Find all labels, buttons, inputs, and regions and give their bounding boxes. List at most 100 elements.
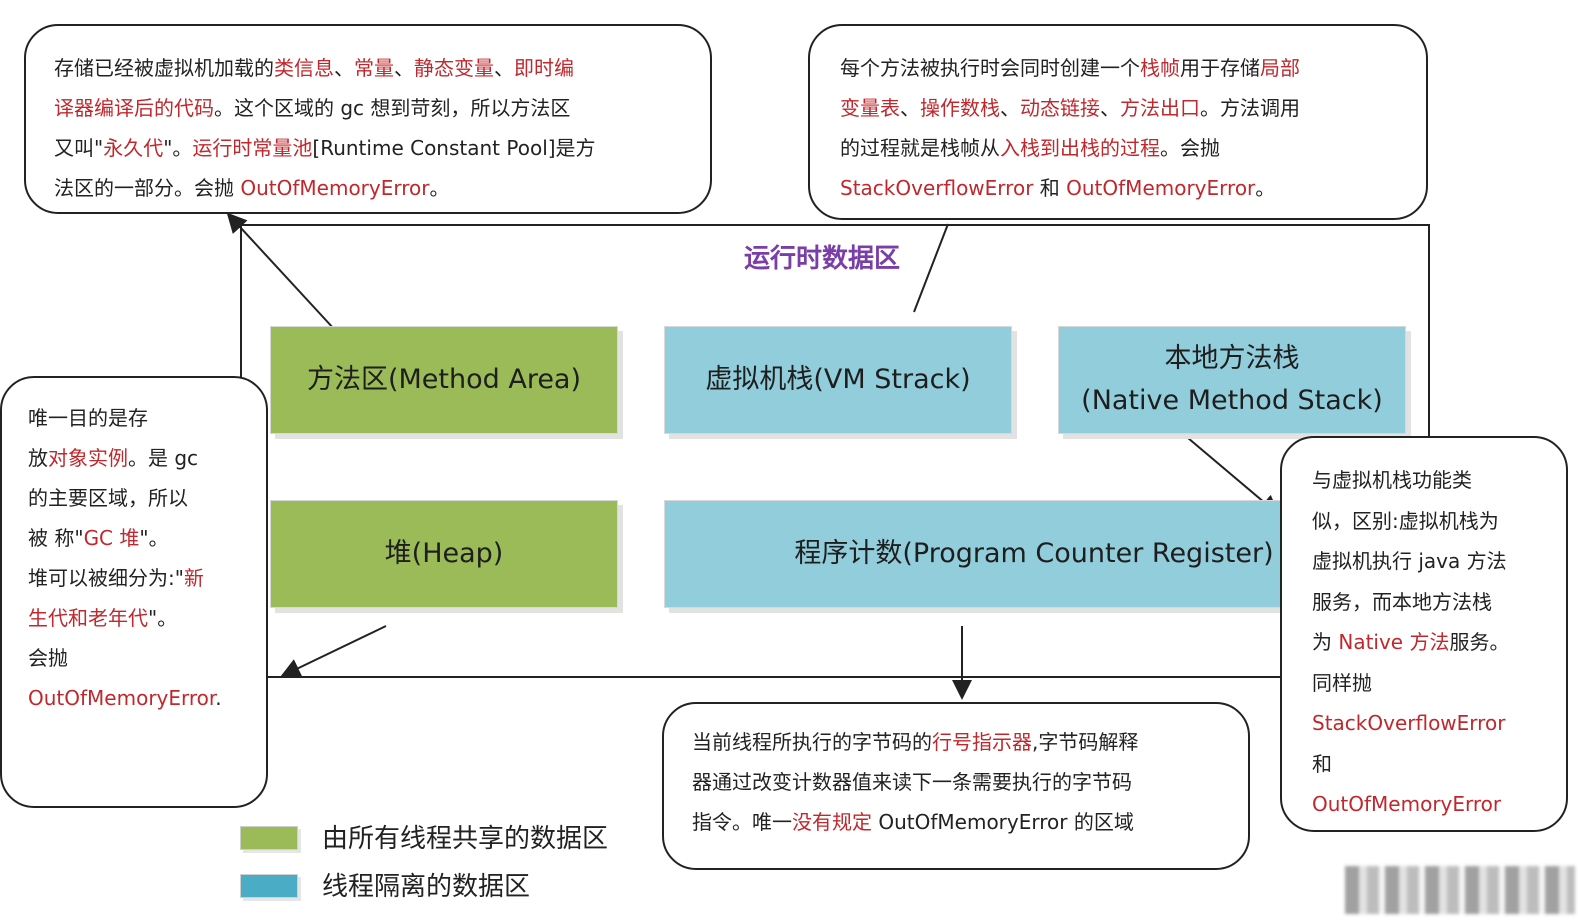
- pc-register-callout: 当前线程所执行的字节码的行号指示器,字节码解释器通过改变计数器值来读下一条需要执…: [662, 702, 1250, 870]
- callout-text-segment: 又叫": [54, 136, 104, 160]
- callout-text-segment: 动态链接: [1020, 96, 1100, 120]
- pc-register-callout-line: 器通过改变计数器值来读下一条需要执行的字节码: [692, 762, 1238, 802]
- callout-text-segment: ,字节码解释: [1032, 730, 1139, 754]
- method-area-callout-line: 法区的一部分。会抛 OutOfMemoryError。: [54, 168, 700, 208]
- legend-shared-swatch: [240, 826, 298, 850]
- callout-text-segment: 服务，而本地方法栈: [1312, 589, 1492, 614]
- callout-text-segment: Native 方法: [1338, 630, 1450, 654]
- native-stack-callout-line: 同样抛: [1312, 663, 1560, 704]
- callout-text-segment: 。方法调用: [1200, 96, 1300, 120]
- heap-callout-line: 会抛: [28, 638, 260, 678]
- diagram-title: 运行时数据区: [744, 244, 901, 274]
- callout-text-segment: 唯一目的是存: [28, 406, 148, 430]
- callout-text-segment: 新: [183, 566, 204, 590]
- vm-stack-box: 虚拟机栈(VM Strack): [664, 326, 1012, 434]
- callout-text-segment: "。: [148, 606, 178, 630]
- vm-stack-callout: 每个方法被执行时会同时创建一个栈帧用于存储局部 变量表、操作数栈、动态链接、方法出…: [808, 24, 1428, 220]
- callout-text-segment: 类信息: [274, 56, 334, 80]
- callout-text-segment: 、: [494, 56, 514, 80]
- callout-text-segment: 。: [429, 176, 450, 200]
- callout-text-segment: 、: [900, 96, 920, 120]
- native-stack-callout-line: 与虚拟机栈功能类: [1312, 460, 1560, 501]
- method-area-callout-line: 存储已经被虚拟机加载的类信息、常量、静态变量、即时编: [54, 48, 700, 88]
- heap-callout-line: 放对象实例。是 gc: [28, 438, 260, 478]
- callout-text-segment: 行号指示器: [932, 730, 1032, 754]
- callout-text-segment: 静态变量: [414, 56, 494, 80]
- heap-callout-line: 被 称"GC 堆"。: [28, 518, 260, 558]
- heap-label: 堆(Heap): [384, 538, 504, 569]
- callout-text-segment: 虚拟机执行 java 方法: [1312, 549, 1507, 573]
- method-area-label: 方法区(Method Area): [306, 364, 582, 395]
- heap-box: 堆(Heap): [270, 500, 618, 608]
- native-stack-label-line2: (Native Method Stack): [1081, 385, 1383, 416]
- callout-text-segment: OutOfMemoryError: [1312, 792, 1502, 816]
- vm-stack-callout-line: StackOverflowError 和 OutOfMemoryError。: [840, 168, 1416, 208]
- callout-text-segment: 为: [1312, 630, 1339, 654]
- callout-text-segment: 用于存储: [1180, 56, 1260, 80]
- callout-text-segment: 变量表: [840, 96, 900, 120]
- watermark: [1345, 866, 1575, 914]
- native-stack-callout-line: 似，区别:虚拟机栈为: [1312, 501, 1560, 542]
- vm-stack-callout-line: 每个方法被执行时会同时创建一个栈帧用于存储局部: [840, 48, 1416, 88]
- callout-text-segment: 会抛: [28, 646, 68, 670]
- callout-text-segment: 、: [394, 56, 414, 80]
- native-stack-callout-line: 虚拟机执行 java 方法: [1312, 541, 1560, 582]
- vm-stack-callout-line: 变量表、操作数栈、动态链接、方法出口。方法调用: [840, 88, 1416, 128]
- callout-text-segment: 法区的一部分。会抛: [54, 176, 241, 200]
- callout-text-segment: 即时编: [514, 56, 574, 80]
- vm-stack-label: 虚拟机栈(VM Strack): [705, 364, 971, 395]
- callout-text-segment: 常量: [354, 56, 394, 80]
- heap-callout-line: 的主要区域，所以: [28, 478, 260, 518]
- callout-text-segment: StackOverflowError: [1312, 711, 1506, 735]
- heap-callout-line: 堆可以被细分为:"新: [28, 558, 260, 598]
- pc-register-label: 程序计数(Program Counter Register): [794, 538, 1274, 569]
- heap-callout-line: OutOfMemoryError.: [28, 678, 260, 718]
- callout-text-segment: 指令。唯一: [692, 810, 792, 834]
- callout-text-segment: 局部: [1260, 56, 1300, 80]
- heap-callout-line: 唯一目的是存: [28, 398, 260, 438]
- legend-isolated-label: 线程隔离的数据区: [322, 872, 531, 902]
- callout-text-segment: OutOfMemoryError: [28, 686, 216, 710]
- callout-text-segment: "。: [163, 136, 193, 160]
- vm-stack-callout-line: 的过程就是栈帧从入栈到出栈的过程。会抛: [840, 128, 1416, 168]
- callout-text-segment: 放: [28, 446, 48, 470]
- legend-isolated-swatch: [240, 874, 298, 898]
- method-area-box: 方法区(Method Area): [270, 326, 618, 434]
- callout-text-segment: 运行时常量池: [192, 136, 313, 160]
- callout-text-segment: 每个方法被执行时会同时创建一个: [840, 56, 1140, 80]
- callout-text-segment: 译器编译后的代码: [54, 96, 214, 120]
- native-stack-label-line1: 本地方法栈: [1164, 343, 1300, 374]
- callout-text-segment: 生代和老年代: [28, 606, 148, 630]
- callout-text-segment: 、: [1100, 96, 1120, 120]
- native-stack-callout-line: OutOfMemoryError: [1312, 784, 1560, 825]
- callout-text-segment: StackOverflowError: [840, 176, 1034, 200]
- callout-text-segment: 当前线程所执行的字节码的: [692, 730, 932, 754]
- callout-text-segment: 似，区别:虚拟机栈为: [1312, 508, 1499, 533]
- callout-text-segment: 永久代: [103, 136, 164, 160]
- pc-register-callout-line: 指令。唯一没有规定 OutOfMemoryError 的区域: [692, 802, 1238, 842]
- callout-text-segment: 入栈到出栈的过程: [1000, 136, 1160, 160]
- callout-text-segment: 对象实例: [48, 446, 128, 470]
- callout-text-segment: .: [215, 686, 222, 710]
- callout-text-segment: [Runtime Constant Pool]是方: [312, 136, 596, 160]
- callout-text-segment: 同样抛: [1312, 670, 1372, 695]
- callout-text-segment: OutOfMemoryError: [240, 176, 430, 200]
- native-stack-callout-line: 和: [1312, 744, 1560, 785]
- callout-text-segment: 栈帧: [1140, 56, 1180, 80]
- method-area-callout: 存储已经被虚拟机加载的类信息、常量、静态变量、即时编 译器编译后的代码。这个区域的…: [24, 24, 712, 214]
- callout-text-segment: 和: [1312, 751, 1332, 776]
- callout-text-segment: 。是 gc: [128, 446, 199, 470]
- callout-text-segment: "。: [139, 526, 169, 550]
- legend-shared-label: 由所有线程共享的数据区: [322, 824, 609, 854]
- callout-text-segment: OutOfMemoryError: [1066, 176, 1256, 200]
- method-area-callout-line: 又叫"永久代"。运行时常量池[Runtime Constant Pool]是方: [54, 128, 700, 168]
- callout-text-segment: 。这个区域的 gc 想到苛刻，所以方法区: [214, 96, 571, 120]
- callout-text-segment: 和: [1033, 176, 1067, 200]
- native-stack-callout: 与虚拟机栈功能类似，区别:虚拟机栈为 虚拟机执行 java 方法 服务，而本地方法栈…: [1280, 436, 1568, 832]
- heap-callout: 唯一目的是存 放对象实例。是 gc 的主要区域，所以被 称"GC 堆"。 堆可以被细分…: [0, 376, 268, 808]
- callout-text-segment: 存储已经被虚拟机加载的: [54, 56, 274, 80]
- callout-text-segment: 方法出口: [1120, 96, 1200, 120]
- callout-text-segment: 操作数栈: [920, 96, 1000, 120]
- callout-text-segment: 服务。: [1449, 630, 1510, 654]
- callout-text-segment: 没有规定: [792, 810, 872, 834]
